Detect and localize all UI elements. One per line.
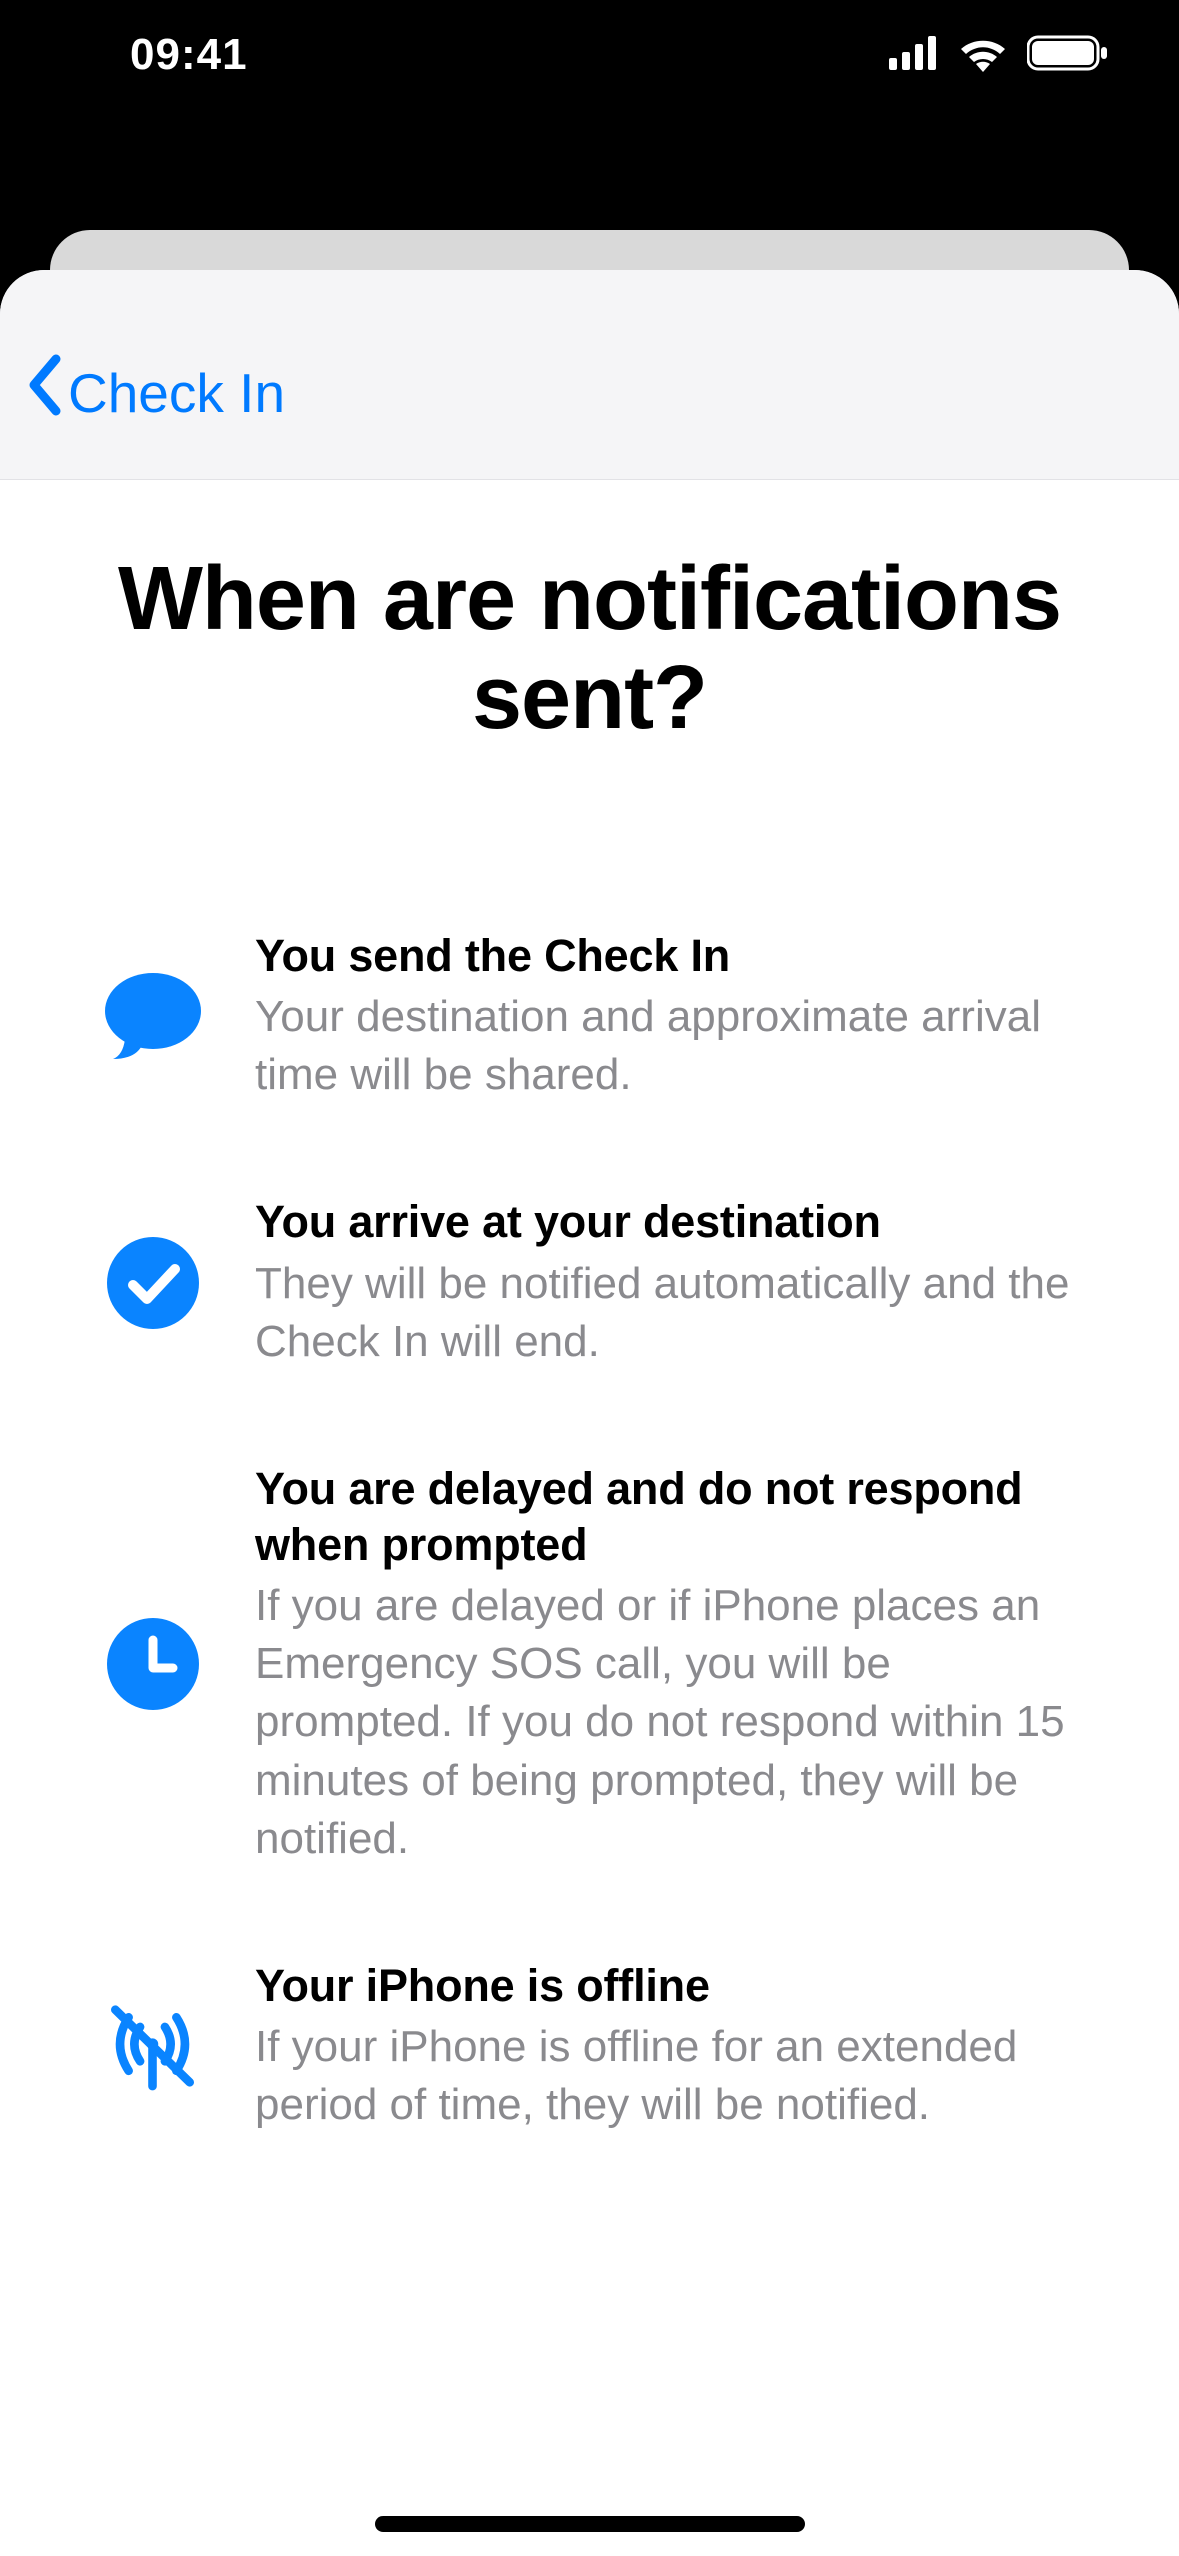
chevron-left-icon bbox=[24, 353, 64, 428]
clock-icon bbox=[100, 1618, 205, 1710]
info-item-title: You arrive at your destination bbox=[255, 1194, 1079, 1250]
sheet: Check In When are notifications sent? Yo… bbox=[0, 270, 1179, 2556]
status-time: 09:41 bbox=[130, 30, 248, 80]
info-item-arrive: You arrive at your destination They will… bbox=[100, 1194, 1079, 1370]
info-item-offline: Your iPhone is offline If your iPhone is… bbox=[100, 1958, 1079, 2134]
info-item-desc: Your destination and approximate arrival… bbox=[255, 988, 1079, 1104]
checkmark-circle-icon bbox=[100, 1237, 205, 1329]
info-item-delayed: You are delayed and do not respond when … bbox=[100, 1461, 1079, 1868]
status-bar: 09:41 bbox=[0, 0, 1179, 110]
info-item-send: You send the Check In Your destination a… bbox=[100, 928, 1079, 1104]
back-button[interactable]: Check In bbox=[24, 357, 285, 428]
status-icons bbox=[889, 34, 1109, 77]
info-list: You send the Check In Your destination a… bbox=[100, 928, 1079, 2134]
info-item-title: Your iPhone is offline bbox=[255, 1958, 1079, 2014]
info-item-desc: They will be notified automatically and … bbox=[255, 1255, 1079, 1371]
info-item-title: You are delayed and do not respond when … bbox=[255, 1461, 1079, 1574]
content: When are notifications sent? You send th… bbox=[0, 480, 1179, 2556]
back-button-label: Check In bbox=[68, 361, 285, 425]
page-title: When are notifications sent? bbox=[100, 550, 1079, 748]
message-bubble-icon bbox=[100, 971, 205, 1061]
nav-bar: Check In bbox=[0, 270, 1179, 480]
antenna-slash-icon bbox=[100, 1996, 205, 2096]
info-item-title: You send the Check In bbox=[255, 928, 1079, 984]
cellular-icon bbox=[889, 36, 939, 75]
wifi-icon bbox=[957, 34, 1009, 77]
battery-icon bbox=[1027, 34, 1109, 77]
info-item-desc: If you are delayed or if iPhone places a… bbox=[255, 1577, 1079, 1867]
home-indicator[interactable] bbox=[375, 2516, 805, 2532]
info-item-desc: If your iPhone is offline for an extende… bbox=[255, 2018, 1079, 2134]
